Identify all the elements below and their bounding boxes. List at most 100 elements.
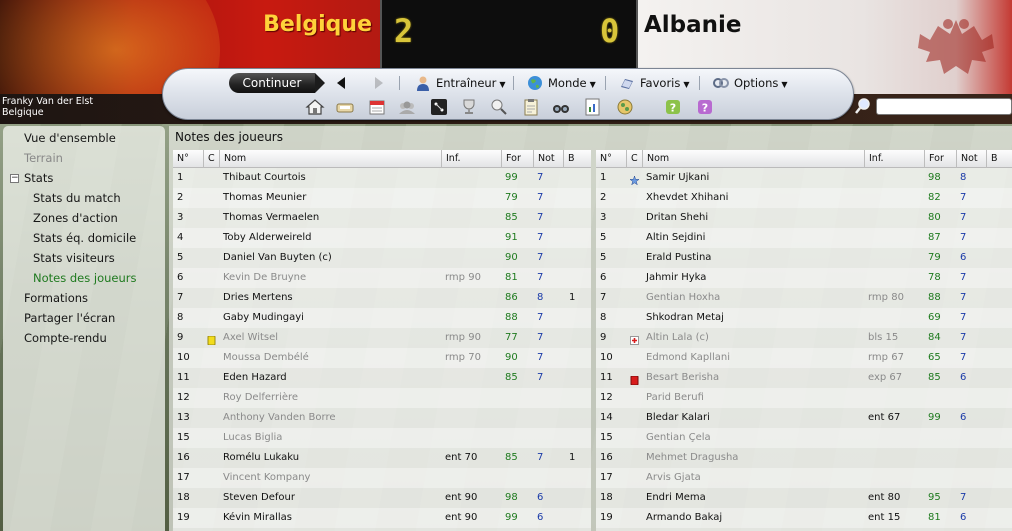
sidebar-item-stats-domicile[interactable]: Stats éq. domicile (33, 231, 136, 245)
collapse-toggle-icon[interactable]: − (10, 174, 19, 183)
binoculars-icon[interactable] (551, 97, 571, 117)
table-row[interactable]: 17 Arvis Gjata (596, 468, 1012, 488)
table-row[interactable]: 16 Romélu Lukaku ent 70 85 7 1 (173, 448, 591, 468)
manager-club[interactable]: Belgique (2, 107, 44, 118)
manager-name[interactable]: Franky Van der Elst (2, 96, 93, 107)
player-name[interactable]: Altin Lala (c) (646, 328, 709, 348)
table-row[interactable]: 15 Gentian Çela (596, 428, 1012, 448)
clipboard-icon[interactable] (521, 97, 541, 117)
column-header-for[interactable]: For (924, 150, 956, 168)
world-icon[interactable] (615, 97, 635, 117)
player-name[interactable]: Daniel Van Buyten (c) (223, 248, 332, 268)
sidebar-item-notes-joueurs[interactable]: Notes des joueurs (33, 271, 137, 285)
player-name[interactable]: Gentian Hoxha (646, 288, 720, 308)
table-row[interactable]: 12 Parid Berufi (596, 388, 1012, 408)
report-icon[interactable] (583, 97, 603, 117)
player-name[interactable]: Kevin De Bruyne (223, 268, 306, 288)
sidebar-item-partager-ecran[interactable]: Partager l'écran (24, 311, 115, 325)
player-name[interactable]: Thibaut Courtois (223, 168, 306, 188)
player-name[interactable]: Besart Berisha (646, 368, 719, 388)
player-name[interactable]: Arvis Gjata (646, 468, 701, 488)
player-name[interactable]: Bledar Kalari (646, 408, 710, 428)
menu-entraineur[interactable]: Entraîneur ▼ (415, 74, 506, 92)
table-row[interactable]: 14 Bledar Kalari ent 67 99 6 (596, 408, 1012, 428)
table-row[interactable]: 5 Altin Sejdini 87 7 (596, 228, 1012, 248)
table-row[interactable]: 7 Gentian Hoxha rmp 80 88 7 (596, 288, 1012, 308)
table-row[interactable]: 19 Kévin Mirallas ent 90 99 6 (173, 508, 591, 528)
search-input[interactable] (876, 98, 1012, 115)
sidebar-item-stats[interactable]: Stats (24, 171, 53, 185)
player-name[interactable]: Mehmet Dragusha (646, 448, 738, 468)
player-name[interactable]: Armando Bakaj (646, 508, 722, 528)
player-name[interactable]: Dritan Shehi (646, 208, 708, 228)
table-row[interactable]: 1 Samir Ujkani 98 8 (596, 168, 1012, 188)
table-row[interactable]: 10 Moussa Dembélé rmp 70 90 7 (173, 348, 591, 368)
player-name[interactable]: Vincent Kompany (223, 468, 310, 488)
player-name[interactable]: Samir Ujkani (646, 168, 709, 188)
help-icon[interactable]: ? (663, 97, 683, 117)
player-name[interactable]: Gaby Mudingayi (223, 308, 304, 328)
player-name[interactable]: Lucas Biglia (223, 428, 282, 448)
back-arrow-icon[interactable] (333, 75, 349, 91)
table-row[interactable]: 9 Altin Lala (c) bls 15 84 7 (596, 328, 1012, 348)
table-row[interactable]: 17 Vincent Kompany (173, 468, 591, 488)
table-row[interactable]: 1 Thibaut Courtois 99 7 (173, 168, 591, 188)
table-row[interactable]: 13 Anthony Vanden Borre (173, 408, 591, 428)
column-header-not[interactable]: Not (956, 150, 986, 168)
scouting-icon[interactable] (489, 97, 509, 117)
table-row[interactable]: 2 Xhevdet Xhihani 82 7 (596, 188, 1012, 208)
column-header-c[interactable]: C (203, 150, 219, 168)
column-header-for[interactable]: For (501, 150, 533, 168)
player-name[interactable]: Thomas Meunier (223, 188, 306, 208)
table-row[interactable]: 11 Besart Berisha exp 67 85 6 (596, 368, 1012, 388)
sidebar-item-zones-action[interactable]: Zones d'action (33, 211, 118, 225)
sidebar-item-compte-rendu[interactable]: Compte-rendu (24, 331, 107, 345)
table-row[interactable]: 15 Lucas Biglia (173, 428, 591, 448)
table-row[interactable]: 11 Eden Hazard 85 7 (173, 368, 591, 388)
table-row[interactable]: 3 Dritan Shehi 80 7 (596, 208, 1012, 228)
menu-options[interactable]: Options ▼ (713, 74, 788, 92)
column-header-not[interactable]: Not (533, 150, 563, 168)
table-row[interactable]: 6 Jahmir Hyka 78 7 (596, 268, 1012, 288)
column-header-inf[interactable]: Inf. (441, 150, 501, 168)
question-icon[interactable]: ? (695, 97, 715, 117)
column-header-c[interactable]: C (626, 150, 642, 168)
player-name[interactable]: Dries Mertens (223, 288, 293, 308)
table-row[interactable]: 19 Armando Bakaj ent 15 81 6 (596, 508, 1012, 528)
sidebar-item-vue-ensemble[interactable]: Vue d'ensemble (24, 131, 116, 145)
tactics-icon[interactable] (429, 97, 449, 117)
player-name[interactable]: Gentian Çela (646, 428, 711, 448)
table-row[interactable]: 3 Thomas Vermaelen 85 7 (173, 208, 591, 228)
table-row[interactable]: 9 Axel Witsel rmp 90 77 7 (173, 328, 591, 348)
forward-arrow-icon[interactable] (371, 75, 387, 91)
player-name[interactable]: Thomas Vermaelen (223, 208, 319, 228)
column-header-b[interactable]: B (563, 150, 591, 168)
player-name[interactable]: Roy Delferrière (223, 388, 298, 408)
player-name[interactable]: Moussa Dembélé (223, 348, 309, 368)
sidebar-item-stats-match[interactable]: Stats du match (33, 191, 121, 205)
player-name[interactable]: Erald Pustina (646, 248, 711, 268)
home-icon[interactable] (305, 97, 325, 117)
table-row[interactable]: 5 Erald Pustina 79 6 (596, 248, 1012, 268)
player-name[interactable]: Shkodran Metaj (646, 308, 724, 328)
table-row[interactable]: 8 Shkodran Metaj 69 7 (596, 308, 1012, 328)
inbox-icon[interactable] (335, 97, 355, 117)
player-name[interactable]: Romélu Lukaku (223, 448, 299, 468)
player-name[interactable]: Edmond Kapllani (646, 348, 730, 368)
column-header-num[interactable]: N° (173, 150, 203, 168)
table-row[interactable]: 6 Kevin De Bruyne rmp 90 81 7 (173, 268, 591, 288)
player-name[interactable]: Axel Witsel (223, 328, 278, 348)
table-row[interactable]: 16 Mehmet Dragusha (596, 448, 1012, 468)
player-name[interactable]: Jahmir Hyka (646, 268, 706, 288)
column-header-b[interactable]: B (986, 150, 1012, 168)
column-header-inf[interactable]: Inf. (864, 150, 924, 168)
table-row[interactable]: 18 Steven Defour ent 90 98 6 (173, 488, 591, 508)
column-header-num[interactable]: N° (596, 150, 626, 168)
player-name[interactable]: Kévin Mirallas (223, 508, 292, 528)
player-name[interactable]: Eden Hazard (223, 368, 287, 388)
table-row[interactable]: 18 Endri Mema ent 80 95 7 (596, 488, 1012, 508)
table-row[interactable]: 5 Daniel Van Buyten (c) 90 7 (173, 248, 591, 268)
table-row[interactable]: 8 Gaby Mudingayi 88 7 (173, 308, 591, 328)
table-row[interactable]: 10 Edmond Kapllani rmp 67 65 7 (596, 348, 1012, 368)
sidebar-item-stats-visiteurs[interactable]: Stats visiteurs (33, 251, 115, 265)
